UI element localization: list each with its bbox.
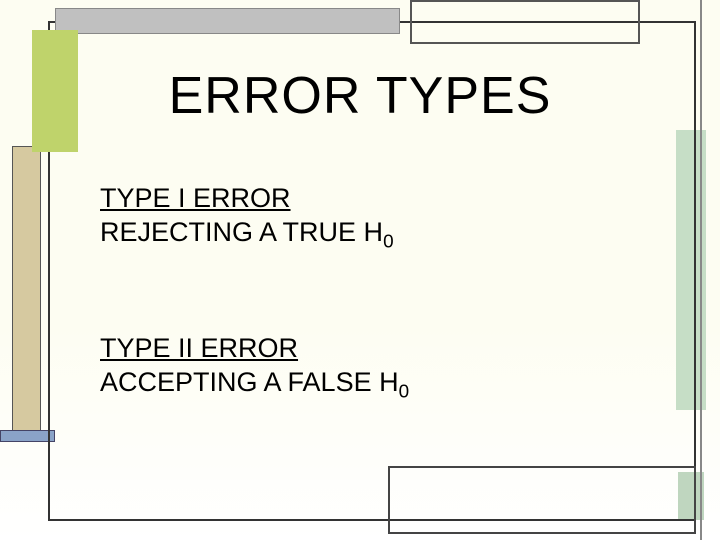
- decor-blue-bar: [0, 430, 55, 442]
- section-1-line-sub: 0: [383, 231, 394, 252]
- section-2-line-prefix: ACCEPTING A FALSE H: [100, 367, 399, 397]
- slide-title: ERROR TYPES: [0, 66, 720, 126]
- slide: ERROR TYPES TYPE I ERROR REJECTING A TRU…: [0, 0, 720, 540]
- slide-body: TYPE I ERROR REJECTING A TRUE H0 TYPE II…: [100, 182, 620, 404]
- section-2-heading: TYPE II ERROR: [100, 332, 620, 366]
- section-2-line-sub: 0: [399, 381, 410, 402]
- decor-top-right-box: [410, 0, 640, 44]
- decor-bottom-right-box: [388, 466, 696, 534]
- section-1: TYPE I ERROR REJECTING A TRUE H0: [100, 182, 620, 254]
- decor-top-grey-bar: [55, 8, 400, 34]
- section-2-line: ACCEPTING A FALSE H0: [100, 366, 620, 404]
- decor-tan-strip: [12, 146, 41, 434]
- section-1-heading: TYPE I ERROR: [100, 182, 620, 216]
- section-2: TYPE II ERROR ACCEPTING A FALSE H0: [100, 332, 620, 404]
- section-1-line: REJECTING A TRUE H0: [100, 216, 620, 254]
- section-1-line-prefix: REJECTING A TRUE H: [100, 217, 383, 247]
